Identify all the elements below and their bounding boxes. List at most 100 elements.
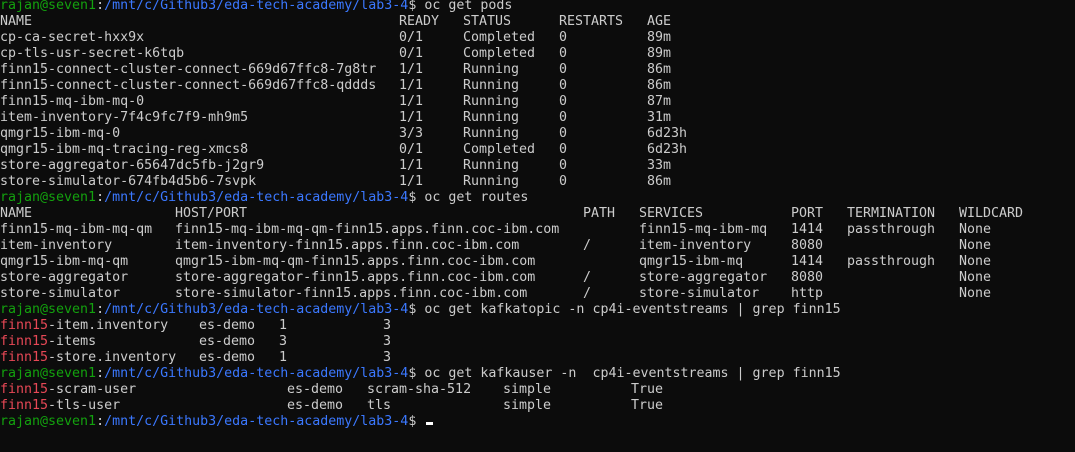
- prompt-line: rajan@seven1:/mnt/c/Github3/eda-tech-aca…: [0, 0, 1075, 14]
- table-cell: 3/3: [399, 126, 424, 141]
- column-header: HOST/PORT: [175, 206, 248, 221]
- name-suffix: -store.inventory: [48, 350, 177, 365]
- prompt-line: rajan@seven1:/mnt/c/Github3/eda-tech-aca…: [0, 302, 1075, 318]
- table-cell: /: [583, 286, 592, 301]
- table-cell: 3: [383, 350, 392, 365]
- prompt-symbol: $: [408, 366, 425, 381]
- table-cell: 0: [559, 46, 568, 61]
- table-row: finn15-item.inventory es-demo 1 3: [0, 318, 1075, 334]
- prompt-user-host: rajan@seven1: [0, 414, 97, 429]
- name-cell: finn15-item.inventory: [0, 318, 168, 334]
- table-cell: Completed: [463, 30, 536, 45]
- prompt-path: /mnt/c/Github3/eda-tech-academy/lab3-4: [104, 190, 409, 205]
- table-cell: None: [959, 222, 992, 237]
- table-cell: simple: [503, 398, 552, 413]
- table-cell: store-simulator-674fb4d5b6-7svpk: [0, 174, 257, 189]
- table-cell: 6d23h: [647, 126, 688, 141]
- table-cell: 0: [559, 142, 568, 157]
- command-text: oc get kafkatopic -n cp4i-eventstreams |…: [424, 302, 841, 317]
- prompt-symbol: $: [408, 190, 425, 205]
- table-cell: 1/1: [399, 78, 424, 93]
- table-cell: 8080: [791, 270, 824, 285]
- table-row: item-inventory-7f4c9fc7f9-mh9m5 1/1 Runnin…: [0, 110, 1075, 126]
- table-cell: tls: [367, 398, 392, 413]
- table-row: finn15-mq-ibm-mq-0 1/1 Running 0 87m: [0, 94, 1075, 110]
- table-cell: None: [959, 238, 992, 253]
- prompt-separator: :: [96, 414, 105, 429]
- table-row: qmgr15-ibm-mq-0 3/3 Running 0 6d23h: [0, 126, 1075, 142]
- column-header: PATH: [583, 206, 616, 221]
- grep-match-highlight: finn15: [0, 398, 49, 413]
- table-cell: 0: [559, 62, 568, 77]
- table-cell: es-demo: [199, 334, 256, 349]
- table-cell: Running: [463, 110, 520, 125]
- table-cell: http: [791, 286, 824, 301]
- table-cell: 3: [383, 318, 392, 333]
- prompt-path: /mnt/c/Github3/eda-tech-academy/lab3-4: [104, 302, 409, 317]
- table-cell: 0: [559, 158, 568, 173]
- table-cell: qmgr15-ibm-mq-0: [0, 126, 121, 141]
- prompt-symbol: $: [408, 414, 425, 429]
- table-cell: Completed: [463, 46, 536, 61]
- table-cell: store-simulator-finn15.apps.finn.coc-ibm…: [175, 286, 528, 301]
- table-cell: 89m: [647, 46, 672, 61]
- grep-match-highlight: finn15: [0, 318, 49, 333]
- table-cell: 0: [559, 78, 568, 93]
- table-cell: None: [959, 286, 992, 301]
- table-cell: 1414: [791, 254, 824, 269]
- table-cell: 8080: [791, 238, 824, 253]
- table-cell: 3: [383, 334, 392, 349]
- table-cell: 0: [559, 94, 568, 109]
- name-cell: finn15-items: [0, 334, 96, 350]
- table-row: finn15-connect-cluster-connect-669d67ffc…: [0, 62, 1075, 78]
- column-header: PORT: [791, 206, 824, 221]
- table-row: store-simulator store-simulator-finn15.ap…: [0, 286, 1075, 302]
- table-cell: None: [959, 270, 992, 285]
- table-cell: item-inventory-7f4c9fc7f9-mh9m5: [0, 110, 249, 125]
- column-header: AGE: [647, 14, 672, 29]
- table-cell: 1/1: [399, 158, 424, 173]
- column-header: READY: [399, 14, 440, 29]
- table-cell: Running: [463, 62, 520, 77]
- table-cell: 0/1: [399, 142, 424, 157]
- table-cell: item-inventory: [639, 238, 752, 253]
- name-cell: finn15-scram-user: [0, 382, 136, 398]
- table-row: qmgr15-ibm-mq-qm qmgr15-ibm-mq-qm-finn15.…: [0, 254, 1075, 270]
- table-cell: 1414: [791, 222, 824, 237]
- table-cell: 0/1: [399, 30, 424, 45]
- text-cursor[interactable]: [426, 422, 434, 425]
- table-cell: finn15-mq-ibm-mq-qm-finn15.apps.finn.coc…: [175, 222, 560, 237]
- prompt-line: rajan@seven1:/mnt/c/Github3/eda-tech-aca…: [0, 190, 1075, 206]
- table-cell: store-aggregator: [639, 270, 768, 285]
- table-cell: /: [583, 270, 592, 285]
- table-cell: cp-tls-usr-secret-k6tqb: [0, 46, 185, 61]
- table-row: finn15-scram-user es-demo scram-sha-512 sim…: [0, 382, 1075, 398]
- table-row: finn15-store.inventory es-demo 1 3: [0, 350, 1075, 366]
- table-cell: Running: [463, 158, 520, 173]
- table-cell: store-aggregator: [0, 270, 129, 285]
- table-cell: 3: [279, 334, 288, 349]
- command-text: oc get pods: [424, 0, 513, 13]
- table-cell: Running: [463, 78, 520, 93]
- name-cell: finn15-tls-user: [0, 398, 120, 414]
- table-cell: finn15-connect-cluster-connect-669d67ffc…: [0, 62, 377, 77]
- routes-header-row: NAME HOST/PORT PATH SERVICES PORT TERMINATION…: [0, 206, 1075, 222]
- name-suffix: -item.inventory: [48, 318, 169, 333]
- prompt-path: /mnt/c/Github3/eda-tech-academy/lab3-4: [104, 366, 409, 381]
- prompt-line: rajan@seven1:/mnt/c/Github3/eda-tech-aca…: [0, 414, 1075, 430]
- table-cell: 1/1: [399, 174, 424, 189]
- table-cell: None: [959, 254, 992, 269]
- pods-header-row: NAME READY STATUS RESTARTS AGE: [0, 14, 1075, 30]
- table-row: store-simulator-674fb4d5b6-7svpk 1/1 Runni…: [0, 174, 1075, 190]
- table-cell: 0: [559, 126, 568, 141]
- prompt-user-host: rajan@seven1: [0, 302, 97, 317]
- table-cell: 6d23h: [647, 142, 688, 157]
- table-cell: 0: [559, 30, 568, 45]
- prompt-separator: :: [96, 366, 105, 381]
- table-row: cp-tls-usr-secret-k6tqb 0/1 Completed 0 89m: [0, 46, 1075, 62]
- table-row: finn15-connect-cluster-connect-669d67ffc…: [0, 78, 1075, 94]
- prompt-path: /mnt/c/Github3/eda-tech-academy/lab3-4: [104, 414, 409, 429]
- table-cell: store-simulator: [639, 286, 760, 301]
- table-cell: True: [631, 382, 664, 397]
- terminal-window[interactable]: rajan@seven1:/mnt/c/Github3/eda-tech-aca…: [0, 0, 1075, 452]
